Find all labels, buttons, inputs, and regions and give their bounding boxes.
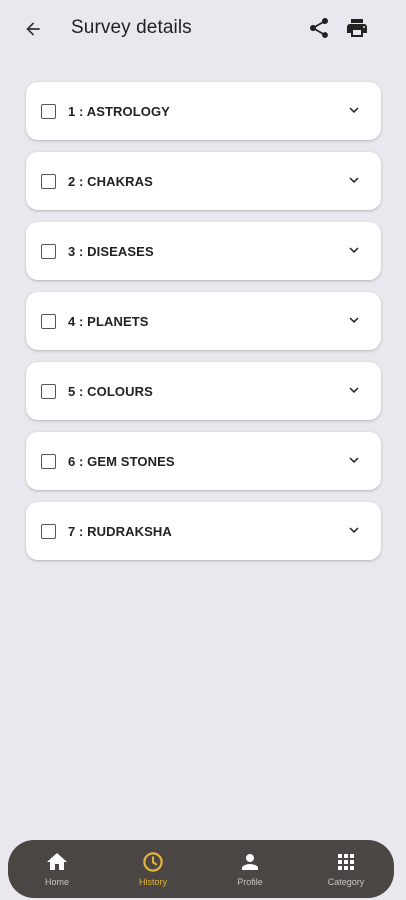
category-label: 1 : ASTROLOGY	[68, 104, 170, 119]
nav-item-category[interactable]: Category	[311, 840, 381, 898]
nav-item-history[interactable]: History	[118, 840, 188, 898]
share-button[interactable]	[307, 16, 331, 40]
category-card-colours[interactable]: 5 : COLOURS	[26, 362, 381, 420]
category-card-gem-stones[interactable]: 6 : GEM STONES	[26, 432, 381, 490]
category-card-planets[interactable]: 4 : PLANETS	[26, 292, 381, 350]
print-icon	[347, 19, 367, 37]
category-checkbox[interactable]	[41, 524, 56, 539]
chevron-down-icon[interactable]	[345, 521, 363, 539]
back-button[interactable]	[20, 16, 46, 42]
category-label: 5 : COLOURS	[68, 384, 153, 399]
chevron-down-icon[interactable]	[345, 451, 363, 469]
arrow-left-icon	[26, 22, 40, 36]
category-label: 6 : GEM STONES	[68, 454, 175, 469]
clock-icon	[143, 852, 163, 872]
nav-label: Category	[327, 877, 365, 887]
chevron-down-icon[interactable]	[345, 311, 363, 329]
category-checkbox[interactable]	[41, 454, 56, 469]
category-card-astrology[interactable]: 1 : ASTROLOGY	[26, 82, 381, 140]
chevron-down-icon[interactable]	[345, 101, 363, 119]
category-label: 3 : DISEASES	[68, 244, 154, 259]
nav-label: History	[138, 877, 167, 887]
chevron-down-icon[interactable]	[345, 241, 363, 259]
nav-item-home[interactable]: Home	[22, 840, 92, 898]
print-button[interactable]	[345, 16, 369, 40]
category-checkbox[interactable]	[41, 314, 56, 329]
chevron-down-icon[interactable]	[345, 171, 363, 189]
category-checkbox[interactable]	[41, 244, 56, 259]
category-card-rudraksha[interactable]: 7 : RUDRAKSHA	[26, 502, 381, 560]
home-icon	[47, 853, 67, 870]
category-card-diseases[interactable]: 3 : DISEASES	[26, 222, 381, 280]
nav-label: Profile	[237, 877, 263, 887]
category-list: 1 : ASTROLOGY 2 : CHAKRAS 3 : DISEASES 4…	[26, 82, 381, 572]
category-label: 2 : CHAKRAS	[68, 174, 153, 189]
bottom-navigation: Home History Profile Category	[8, 840, 394, 898]
app-bar: Survey details	[0, 0, 406, 58]
category-checkbox[interactable]	[41, 174, 56, 189]
nav-label: Home	[44, 877, 69, 887]
nav-item-profile[interactable]: Profile	[215, 840, 285, 898]
page-title: Survey details	[71, 17, 192, 38]
category-checkbox[interactable]	[41, 384, 56, 399]
category-checkbox[interactable]	[41, 104, 56, 119]
category-card-chakras[interactable]: 2 : CHAKRAS	[26, 152, 381, 210]
grid-icon	[338, 854, 354, 870]
person-icon	[242, 854, 258, 870]
share-icon	[310, 18, 328, 38]
category-label: 7 : RUDRAKSHA	[68, 524, 172, 539]
chevron-down-icon[interactable]	[345, 381, 363, 399]
category-label: 4 : PLANETS	[68, 314, 149, 329]
